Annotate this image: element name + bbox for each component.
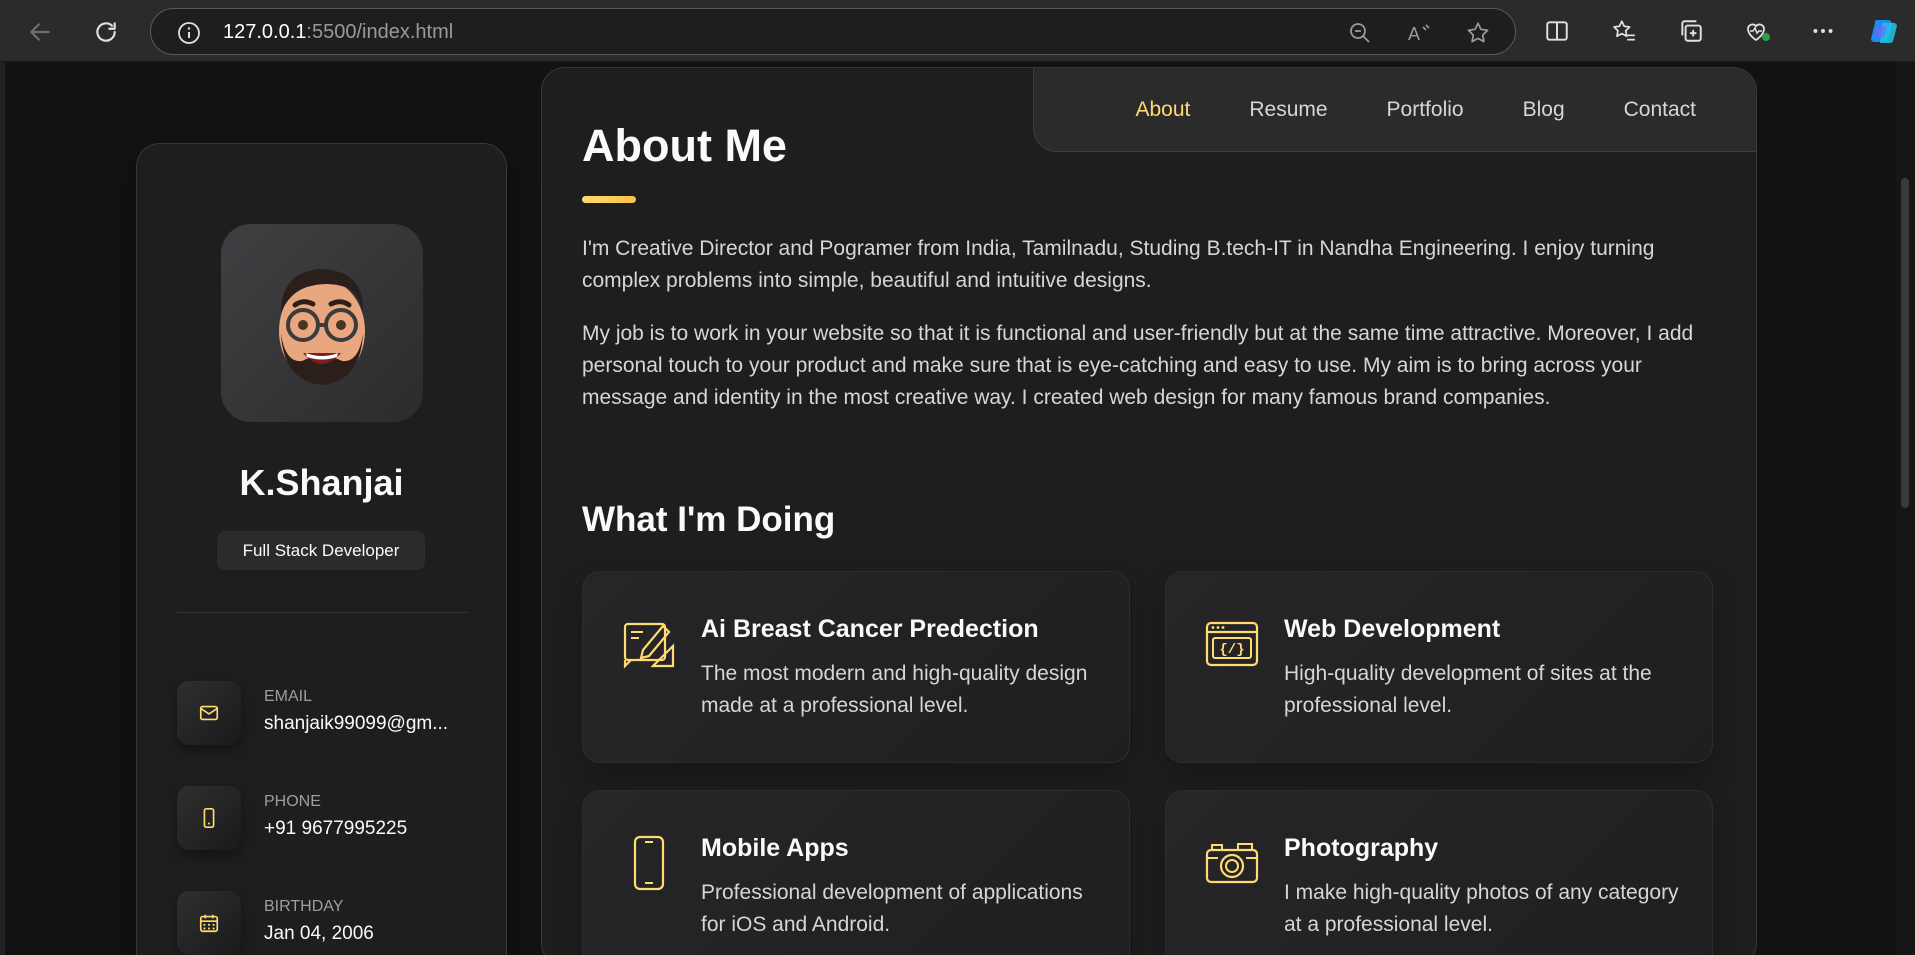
url-host: 127.0.0.1: [223, 21, 307, 43]
contact-label-birthday: Birthday: [264, 898, 344, 915]
nav-contact[interactable]: Contact: [1624, 98, 1696, 122]
service-text: I make high-quality photos of any catego…: [1284, 881, 1679, 936]
navbar: About Resume Portfolio Blog Contact: [1033, 68, 1756, 152]
main-content: About Resume Portfolio Blog Contact Abou…: [541, 67, 1757, 955]
service-title: Mobile Apps: [701, 834, 849, 862]
refresh-icon: [96, 22, 116, 42]
url-path: :5500/index.html: [306, 21, 454, 43]
browser-toolbar: 127.0.0.1:5500/index.html A: [0, 0, 1915, 62]
address-bar[interactable]: 127.0.0.1:5500/index.html A: [150, 8, 1516, 55]
favorites-icon[interactable]: [1607, 14, 1641, 48]
browser-essentials-icon[interactable]: [1741, 14, 1775, 48]
nav-portfolio[interactable]: Portfolio: [1387, 98, 1464, 122]
service-card: Photography I make high-quality photos o…: [1165, 790, 1713, 955]
contact-phone[interactable]: Phone +91 9677995225: [177, 786, 477, 856]
contact-label-phone: Phone: [264, 793, 321, 810]
design-icon: [621, 616, 677, 672]
contact-email[interactable]: Email shanjaik99099@gm...: [177, 681, 477, 751]
nav-about[interactable]: About: [1135, 98, 1190, 122]
service-text: High-quality development of sites at the…: [1284, 662, 1652, 717]
back-button[interactable]: [22, 14, 58, 50]
svg-text:A: A: [1408, 24, 1420, 44]
service-title: Web Development: [1284, 615, 1501, 643]
collections-icon[interactable]: [1674, 14, 1708, 48]
profile-name: K.Shanjai: [239, 462, 404, 503]
contact-value-phone[interactable]: +91 9677995225: [264, 818, 464, 840]
profile-sidebar: K.Shanjai Full Stack Developer Email sha…: [136, 143, 507, 955]
profile-title-badge: Full Stack Developer: [217, 531, 425, 570]
service-title: Ai Breast Cancer Predection: [701, 615, 1039, 643]
service-title: Photography: [1284, 834, 1439, 862]
contact-birthday: Birthday Jan 04, 2006: [177, 891, 477, 955]
zoom-out-icon[interactable]: [1346, 19, 1374, 47]
copilot-icon[interactable]: [1868, 14, 1902, 48]
sidebar-divider: [177, 612, 467, 613]
favorite-star-icon[interactable]: [1464, 19, 1492, 47]
title-underline: [582, 196, 636, 203]
more-options-icon[interactable]: [1806, 14, 1840, 48]
service-text: The most modern and high-quality design …: [701, 662, 1088, 717]
page-title: About Me: [582, 120, 787, 171]
camera-icon: [1204, 835, 1260, 891]
page-viewport: K.Shanjai Full Stack Developer Email sha…: [5, 62, 1915, 955]
service-card: Mobile Apps Professional development of …: [582, 790, 1130, 955]
contact-value-birthday: Jan 04, 2006: [264, 923, 374, 944]
service-card: Ai Breast Cancer Predection The most mod…: [582, 571, 1130, 763]
svg-text:{/}: {/}: [1219, 642, 1244, 658]
split-screen-icon[interactable]: [1540, 14, 1574, 48]
service-text: Professional development of applications…: [701, 881, 1083, 936]
site-info-icon[interactable]: [175, 19, 203, 47]
read-aloud-icon[interactable]: A: [1405, 19, 1433, 47]
url-text: 127.0.0.1:5500/index.html: [223, 21, 453, 44]
phone-icon: [177, 786, 241, 850]
calendar-icon: [177, 891, 241, 955]
scrollbar-thumb[interactable]: [1901, 178, 1909, 508]
nav-resume[interactable]: Resume: [1249, 98, 1327, 122]
page-scrollbar[interactable]: [1895, 62, 1915, 955]
avatar: [221, 224, 423, 422]
contact-label-email: Email: [264, 688, 313, 705]
services-title: What I'm Doing: [582, 500, 836, 539]
refresh-button[interactable]: [88, 14, 124, 50]
nav-blog[interactable]: Blog: [1523, 98, 1565, 122]
arrow-left-icon: [30, 23, 50, 41]
mail-icon: [177, 681, 241, 745]
service-card: {/} Web Development High-quality develop…: [1165, 571, 1713, 763]
code-icon: {/}: [1204, 616, 1260, 672]
about-paragraph-1: I'm Creative Director and Pogramer from …: [582, 237, 1655, 292]
memoji-avatar-icon: [279, 269, 365, 385]
about-paragraph-2: My job is to work in your website so tha…: [582, 322, 1694, 409]
contact-value-email[interactable]: shanjaik99099@gm...: [264, 713, 464, 735]
mobile-icon: [621, 835, 677, 891]
